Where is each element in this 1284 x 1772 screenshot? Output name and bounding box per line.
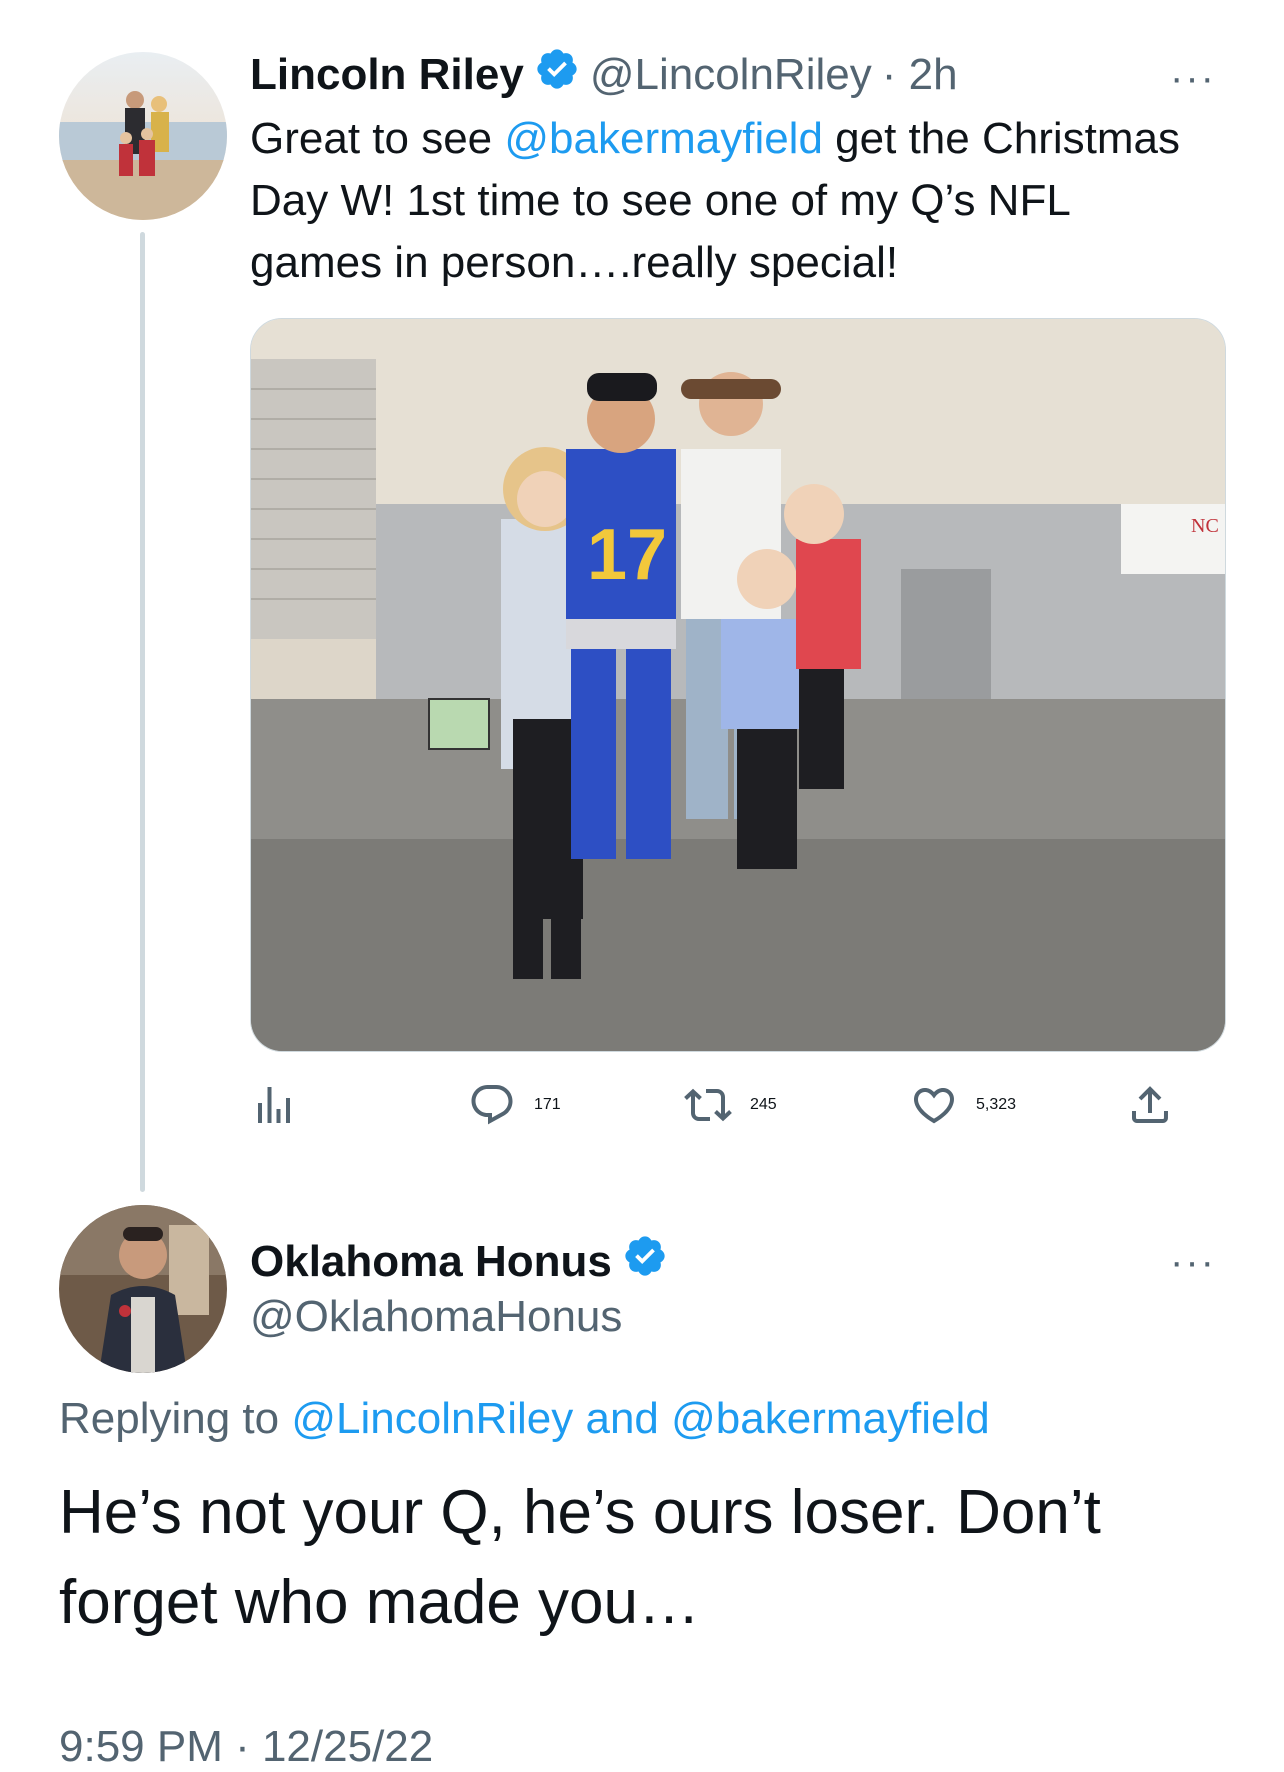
reply-header: Oklahoma Honus bbox=[250, 1233, 668, 1290]
analytics-icon bbox=[258, 1087, 290, 1123]
retweet-count: 245 bbox=[750, 1096, 777, 1113]
replying-and: and bbox=[573, 1394, 672, 1443]
reply-author-avatar[interactable] bbox=[59, 1205, 227, 1373]
tweet-action-bar: 171 245 5,323 bbox=[250, 1075, 1224, 1135]
reply-button[interactable]: 171 bbox=[468, 1081, 561, 1129]
reply-more-icon[interactable]: ··· bbox=[1170, 1240, 1216, 1285]
share-icon bbox=[1132, 1086, 1168, 1123]
like-icon bbox=[913, 1088, 955, 1124]
verified-badge-icon bbox=[622, 1233, 668, 1290]
retweet-icon bbox=[684, 1088, 732, 1122]
jersey-number: 17 bbox=[587, 515, 667, 595]
thread-connector-line bbox=[140, 232, 145, 1192]
analytics-button[interactable] bbox=[250, 1081, 298, 1129]
reply-count: 171 bbox=[534, 1096, 561, 1113]
tweet-time[interactable]: · 2h bbox=[882, 50, 958, 100]
replying-to-line: Replying to @LincolnRiley and @bakermayf… bbox=[59, 1394, 990, 1444]
svg-text:NC: NC bbox=[1191, 515, 1219, 537]
like-button[interactable]: 5,323 bbox=[910, 1081, 1016, 1129]
replying-to-prefix: Replying to bbox=[59, 1394, 292, 1443]
author-handle[interactable]: @LincolnRiley bbox=[590, 50, 872, 100]
tweet-text-before: Great to see bbox=[250, 114, 505, 163]
like-count: 5,323 bbox=[976, 1096, 1017, 1113]
reply-timestamp[interactable]: 9:59 PM · 12/25/22 bbox=[59, 1722, 433, 1772]
tweet-photo[interactable]: NC 17 bbox=[250, 318, 1226, 1052]
tweet-text: Great to see @bakermayfield get the Chri… bbox=[250, 108, 1210, 294]
verified-badge-icon bbox=[534, 46, 580, 103]
tweet-mention-link[interactable]: @bakermayfield bbox=[504, 114, 823, 163]
replying-mention-bakermayfield[interactable]: @bakermayfield bbox=[671, 1394, 990, 1443]
reply-author-name[interactable]: Oklahoma Honus bbox=[250, 1237, 612, 1287]
share-button[interactable] bbox=[1126, 1081, 1174, 1129]
author-avatar[interactable] bbox=[59, 52, 227, 220]
retweet-button[interactable]: 245 bbox=[684, 1081, 777, 1129]
tweet-header: Lincoln Riley @LincolnRiley · 2h bbox=[250, 46, 958, 103]
more-icon[interactable]: ··· bbox=[1170, 56, 1216, 101]
reply-author-handle[interactable]: @OklahomaHonus bbox=[250, 1292, 622, 1342]
reply-icon bbox=[471, 1085, 513, 1125]
replying-mention-lincolnriley[interactable]: @LincolnRiley bbox=[291, 1394, 573, 1443]
author-name[interactable]: Lincoln Riley bbox=[250, 50, 524, 100]
reply-text: He’s not your Q, he’s ours loser. Don’t … bbox=[59, 1478, 1101, 1637]
